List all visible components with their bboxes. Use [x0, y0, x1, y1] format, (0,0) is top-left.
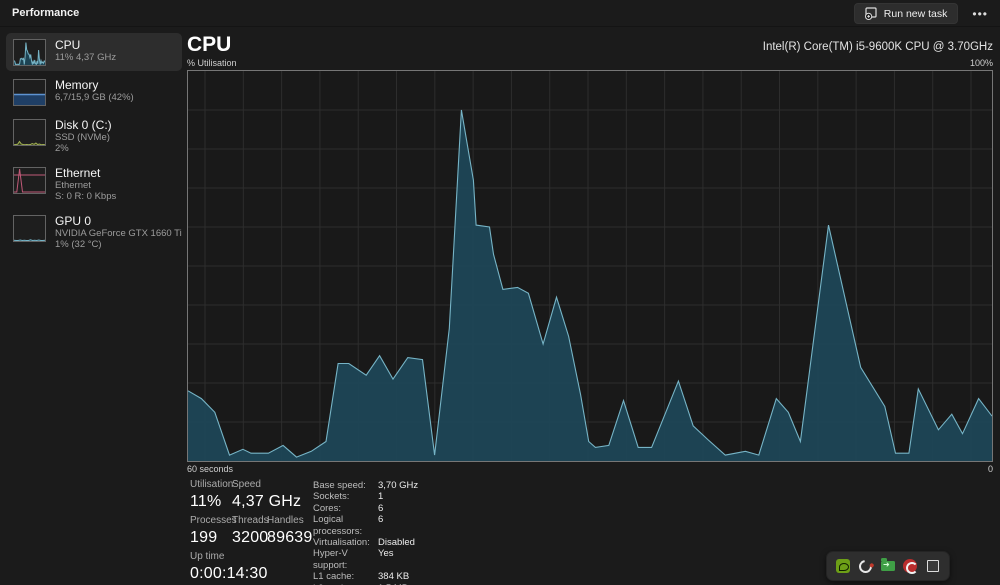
threads-label: Threads [232, 515, 269, 526]
spec-row-sockets: Sockets: 1 [313, 491, 384, 503]
sidebar-item-subtitle: Ethernet [55, 180, 91, 191]
cpu-utilisation-chart[interactable] [187, 70, 993, 462]
sidebar-item-gpu[interactable]: GPU 0 NVIDIA GeForce GTX 1660 Ti 1% (32 … [6, 209, 182, 255]
y-axis-max-label: 100% [969, 58, 993, 68]
ccleaner-icon[interactable] [902, 558, 919, 574]
sidebar-item-subtitle: 11% 4,37 GHz [55, 52, 117, 63]
shared-folder-icon[interactable] [880, 558, 896, 574]
panel-title: CPU [187, 33, 232, 56]
sidebar-item-subtitle2: 1% (32 °C) [55, 239, 102, 250]
cursor-swirl-icon[interactable] [856, 556, 875, 576]
spec-row-logical-processors: Logical processors: 6 [313, 514, 384, 537]
spec-row-l1-cache: L1 cache: 384 KB [313, 571, 410, 583]
sidebar-item-title: CPU [55, 38, 81, 52]
gpu-mini-chart [13, 215, 46, 242]
sidebar-item-subtitle: NVIDIA GeForce GTX 1660 Ti [55, 228, 182, 239]
cpu-model-name: Intel(R) Core(TM) i5-9600K CPU @ 3.70GHz [762, 41, 993, 53]
sidebar-item-title: GPU 0 [55, 214, 92, 228]
window-frame-icon[interactable] [925, 558, 941, 574]
spec-row-base-speed: Base speed: 3,70 GHz [313, 480, 419, 491]
cpu-panel: CPU Intel(R) Core(TM) i5-9600K CPU @ 3.7… [187, 0, 993, 585]
sidebar-item-memory[interactable]: Memory 6,7/15,9 GB (42%) [6, 73, 182, 111]
sidebar-item-subtitle2: S: 0 R: 0 Kbps [55, 191, 117, 202]
memory-mini-chart [13, 79, 46, 106]
utilisation-value: 11% [190, 493, 222, 510]
cpu-specs: Base speed: 3,70 GHz Sockets: 1 Cores: 6… [313, 480, 418, 585]
utilisation-label: Utilisation [190, 479, 234, 490]
cpu-stats: Utilisation Speed 11% 4,37 GHz Processes… [190, 478, 313, 585]
sidebar-item-title: Ethernet [55, 166, 101, 180]
sidebar-item-subtitle: SSD (NVMe) [55, 132, 110, 143]
x-axis-left-label: 60 seconds [187, 464, 234, 474]
spec-row-cores: Cores: 6 [313, 502, 384, 514]
speed-value: 4,37 GHz [232, 493, 302, 510]
y-axis-label: % Utilisation [187, 58, 237, 68]
speed-label: Speed [232, 479, 261, 490]
sidebar-item-disk[interactable]: Disk 0 (C:) SSD (NVMe) 2% [6, 113, 182, 159]
sidebar-item-subtitle: 6,7/15,9 GB (42%) [55, 92, 134, 103]
processes-value: 199 [190, 529, 218, 546]
spec-row-virtualisation: Virtualisation: Disabled [313, 537, 415, 549]
sidebar-item-ethernet[interactable]: Ethernet Ethernet S: 0 R: 0 Kbps [6, 161, 182, 207]
uptime-label: Up time [190, 551, 225, 562]
handles-value: 89639 [267, 529, 313, 546]
tray-overflow-popup [826, 551, 950, 581]
threads-value: 3200 [232, 529, 269, 546]
sidebar-item-cpu[interactable]: CPU 11% 4,37 GHz [6, 33, 182, 71]
nvidia-icon[interactable] [835, 558, 851, 574]
x-axis-right-label: 0 [987, 464, 993, 474]
performance-sidebar: CPU 11% 4,37 GHz Memory 6,7/15,9 GB (42%… [6, 33, 182, 257]
spec-row-hyperv: Hyper-V support: Yes [313, 548, 394, 571]
cpu-mini-chart [13, 39, 46, 66]
processes-label: Processes [190, 515, 237, 526]
sidebar-item-title: Disk 0 (C:) [55, 118, 112, 132]
sidebar-item-subtitle2: 2% [55, 143, 69, 154]
handles-label: Handles [267, 515, 304, 526]
sidebar-item-title: Memory [55, 78, 99, 92]
disk-mini-chart [13, 119, 46, 146]
ethernet-mini-chart [13, 167, 46, 194]
uptime-value: 0:00:14:30 [190, 565, 268, 582]
page-title: Performance [12, 7, 80, 19]
